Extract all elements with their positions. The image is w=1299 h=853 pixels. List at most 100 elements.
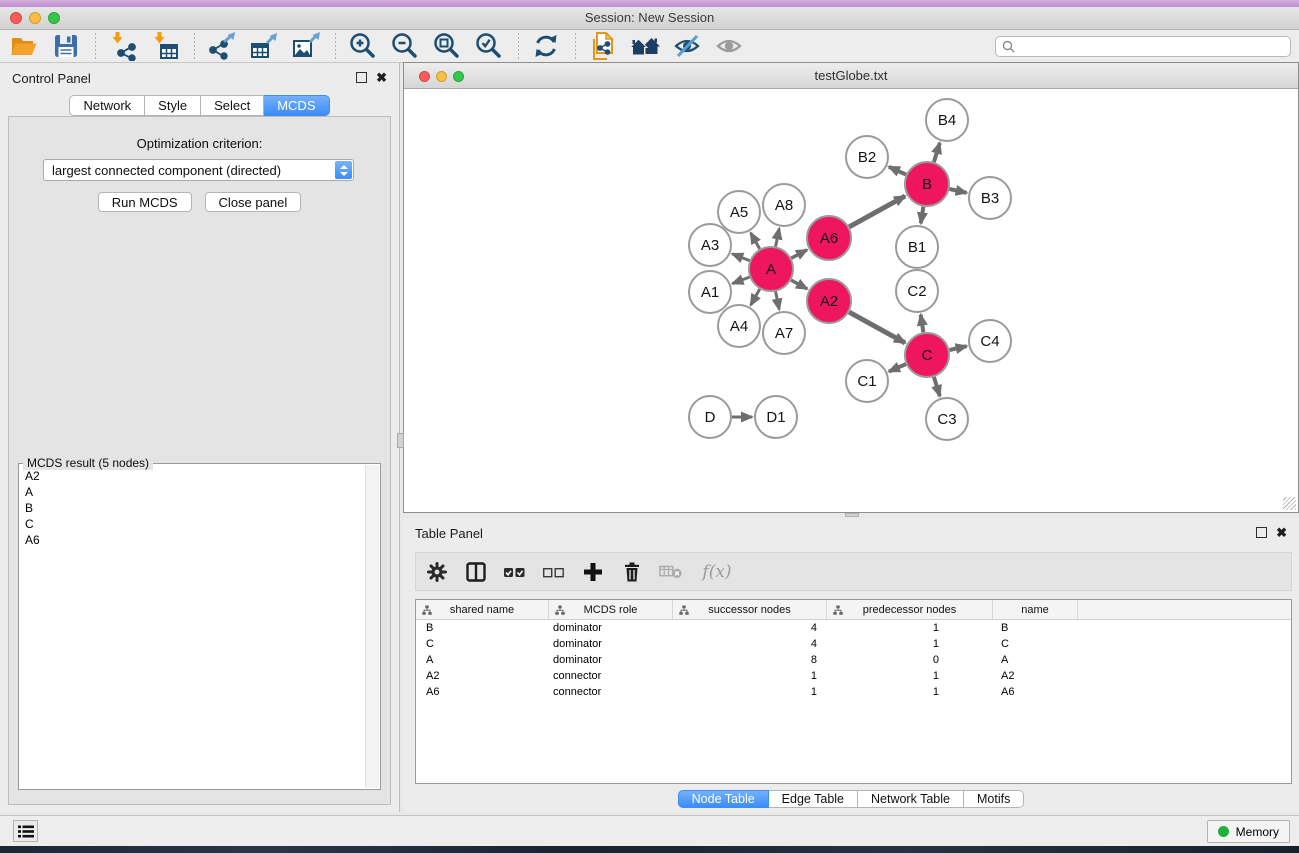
criterion-select[interactable]: largest connected component (directed) [43,159,354,181]
result-scrollbar[interactable] [365,465,379,788]
tab-motifs[interactable]: Motifs [964,790,1024,808]
cell-shared-name[interactable]: A [416,654,549,666]
cell-mcds-role[interactable]: connector [549,686,673,698]
cell-mcds-role[interactable]: dominator [549,654,673,666]
tab-mcds[interactable]: MCDS [264,95,329,116]
network-edge-A2-C[interactable] [849,312,905,343]
table-row[interactable]: A6 connector 1 1 A6 [416,684,1291,700]
network-edge-A-A8[interactable] [776,229,780,247]
list-item[interactable]: C [25,516,362,532]
table-row[interactable]: A2 connector 1 1 A2 [416,668,1291,684]
cell-mcds-role[interactable]: dominator [549,622,673,634]
table-row[interactable]: B dominator 4 1 B [416,620,1291,636]
deselect-all-button[interactable] [542,559,566,585]
network-edge-A6-B[interactable] [849,196,905,227]
memory-button[interactable]: Memory [1207,820,1290,843]
cell-successor-nodes[interactable]: 1 [673,670,827,682]
cell-successor-nodes[interactable]: 4 [673,638,827,650]
network-close-button[interactable] [419,71,430,82]
cell-shared-name[interactable]: A2 [416,670,549,682]
mcds-result-list[interactable]: A2 A B C A6 [25,468,362,787]
export-network-button[interactable] [206,31,238,61]
search-input[interactable] [1019,39,1284,53]
cell-shared-name[interactable]: B [416,622,549,634]
zoom-out-button[interactable] [389,31,421,61]
cell-mcds-role[interactable]: connector [549,670,673,682]
column-header-name[interactable]: name [993,600,1078,619]
vertical-splitter-handle[interactable] [397,433,404,448]
tab-network-table[interactable]: Network Table [858,790,964,808]
network-edge-C-C1[interactable] [889,364,906,371]
tab-node-table[interactable]: Node Table [678,790,769,808]
close-panel-button[interactable]: ✖ [376,72,387,83]
list-item[interactable]: A [25,484,362,500]
network-edge-C-C2[interactable] [921,315,924,333]
float-table-panel-button[interactable] [1256,527,1267,538]
close-table-panel-button[interactable]: ✖ [1276,527,1287,538]
save-session-button[interactable] [50,31,82,61]
hide-details-button[interactable] [671,31,703,61]
network-edge-B-B3[interactable] [950,189,967,193]
import-network-button[interactable] [107,31,139,61]
cell-predecessor-nodes[interactable]: 1 [827,686,993,698]
home-button[interactable] [629,31,661,61]
network-edge-A-A6[interactable] [791,250,807,258]
select-all-button[interactable] [503,559,527,585]
delete-table-button[interactable] [659,559,683,585]
cell-mcds-role[interactable]: dominator [549,638,673,650]
cell-name[interactable]: A [993,654,1078,666]
network-edge-A-A4[interactable] [751,289,760,305]
minimize-window-button[interactable] [29,12,41,24]
cell-predecessor-nodes[interactable]: 0 [827,654,993,666]
network-zoom-button[interactable] [453,71,464,82]
list-item[interactable]: A6 [25,532,362,548]
duplicate-network-button[interactable] [587,31,619,61]
cell-predecessor-nodes[interactable]: 1 [827,638,993,650]
open-session-button[interactable] [8,31,40,61]
zoom-window-button[interactable] [48,12,60,24]
zoom-selected-button[interactable] [473,31,505,61]
zoom-fit-button[interactable] [431,31,463,61]
close-mcds-panel-button[interactable]: Close panel [205,192,302,212]
table-row[interactable]: C dominator 4 1 C [416,636,1291,652]
cell-predecessor-nodes[interactable]: 1 [827,622,993,634]
network-edge-B-B4[interactable] [934,143,940,162]
cell-name[interactable]: C [993,638,1078,650]
task-history-button[interactable] [13,820,38,842]
cell-name[interactable]: A6 [993,686,1078,698]
network-edge-B-B2[interactable] [889,167,906,175]
network-edge-B-B1[interactable] [921,207,924,224]
network-edge-A-A2[interactable] [791,280,807,289]
network-minimize-button[interactable] [436,71,447,82]
table-settings-button[interactable] [425,559,449,585]
network-canvas[interactable]: B4B2BB3A5A8A6B1A3AC2A1A2A4A7C4CC1C3DD1 [404,89,1297,511]
network-edge-A-A3[interactable] [732,254,749,261]
network-edge-A-A1[interactable] [733,277,750,283]
cell-shared-name[interactable]: C [416,638,549,650]
close-window-button[interactable] [10,12,22,24]
table-row[interactable]: A dominator 8 0 A [416,652,1291,668]
add-column-button[interactable] [581,559,605,585]
cell-name[interactable]: A2 [993,670,1078,682]
function-builder-button[interactable]: f(x) [698,559,736,585]
run-mcds-button[interactable]: Run MCDS [98,192,192,212]
cell-successor-nodes[interactable]: 1 [673,686,827,698]
list-item[interactable]: A2 [25,468,362,484]
cell-name[interactable]: B [993,622,1078,634]
refresh-button[interactable] [530,31,562,61]
export-image-button[interactable] [290,31,322,61]
list-item[interactable]: B [25,500,362,516]
app-titlebar[interactable]: Session: New Session [0,7,1299,30]
cell-successor-nodes[interactable]: 8 [673,654,827,666]
tab-style[interactable]: Style [145,95,201,116]
network-edge-C-C4[interactable] [950,346,967,350]
tab-edge-table[interactable]: Edge Table [769,790,858,808]
window-resize-grip[interactable] [1283,497,1296,510]
show-columns-button[interactable] [464,559,488,585]
network-edge-C-C3[interactable] [934,377,940,396]
column-header-mcds-role[interactable]: MCDS role [549,600,673,619]
import-table-button[interactable] [149,31,181,61]
float-panel-button[interactable] [356,72,367,83]
network-edge-A-A7[interactable] [776,292,780,310]
tab-select[interactable]: Select [201,95,264,116]
